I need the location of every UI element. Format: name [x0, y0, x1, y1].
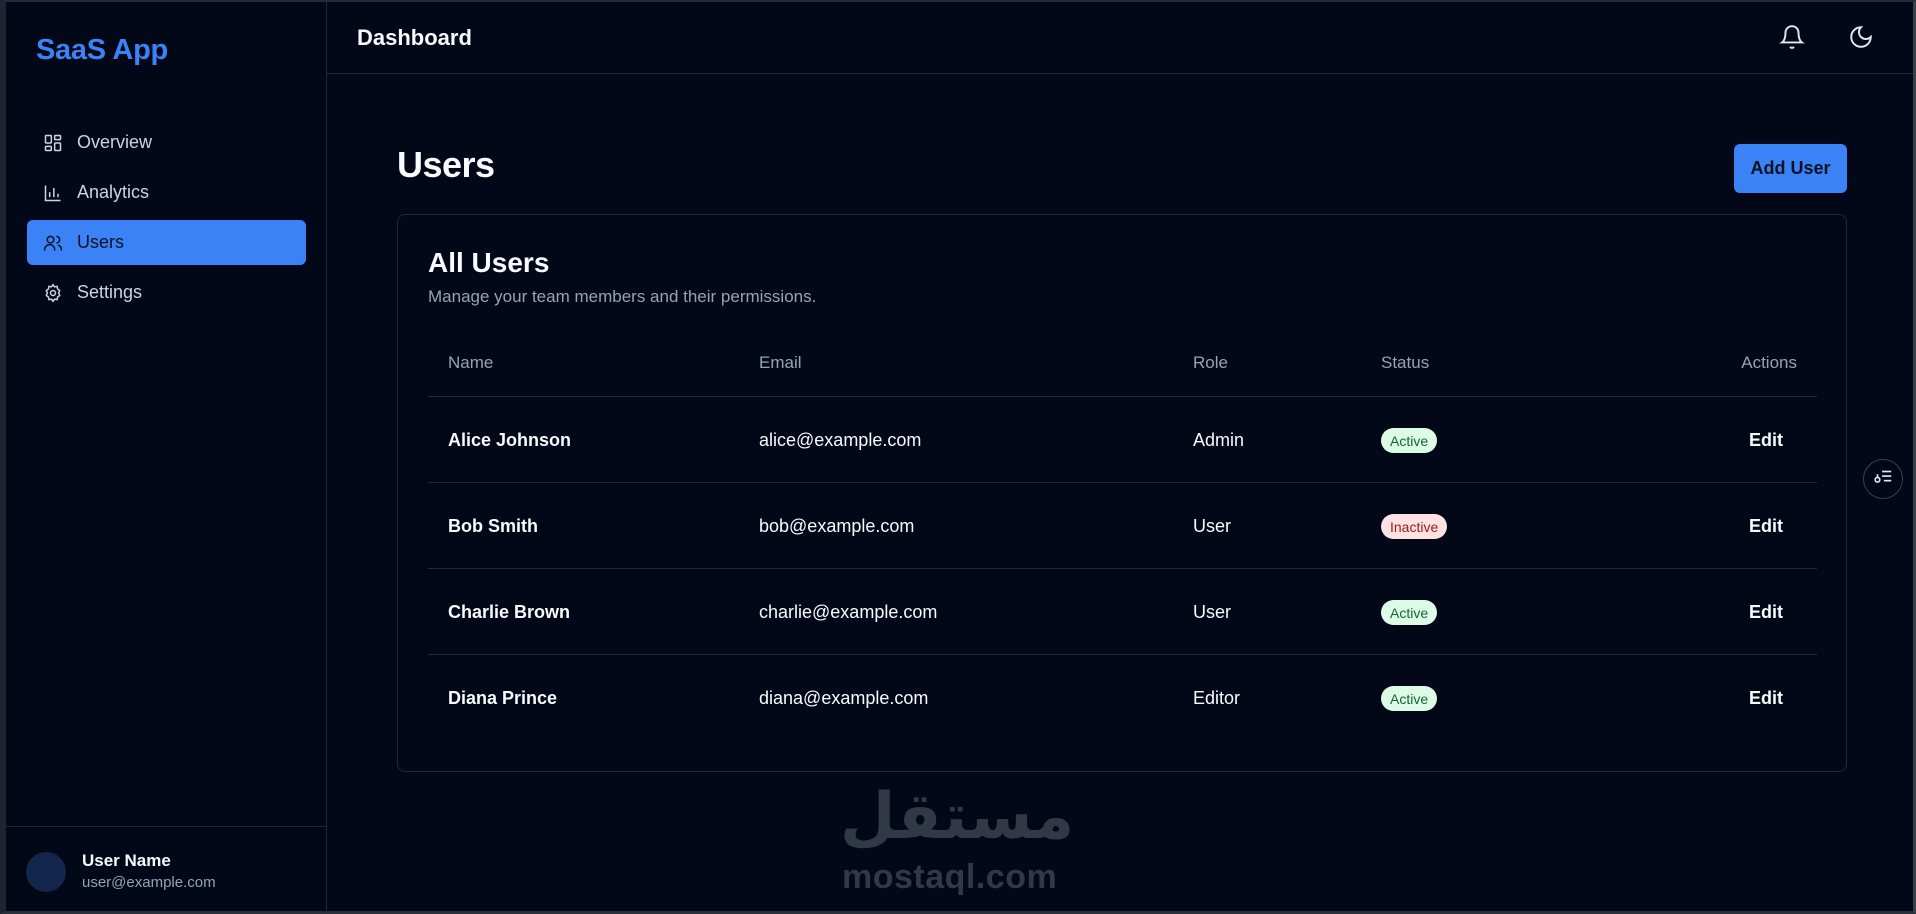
sidebar-item-label: Users [77, 232, 125, 252]
column-header-name[interactable]: Name [448, 353, 493, 373]
table-row[interactable]: Charlie Brown charlie@example.com User A… [428, 569, 1817, 655]
page-title: Users [397, 144, 495, 185]
user-name-cell: Charlie Brown [448, 602, 571, 622]
status-badge: Inactive [1381, 514, 1448, 539]
sidebar-nav: Overview Analytics Users Settings [27, 120, 306, 320]
sidebar-item-overview[interactable]: Overview [27, 120, 306, 165]
add-user-button[interactable]: Add User [1734, 144, 1847, 193]
watermark-arabic: مستقل [840, 780, 1075, 854]
gear-icon [43, 282, 63, 303]
user-email-cell: alice@example.com [759, 430, 922, 450]
column-header-status[interactable]: Status [1381, 353, 1429, 373]
table-header: Name Email Role Status Actions [428, 333, 1817, 397]
top-bar: Dashboard [327, 2, 1913, 74]
user-email-cell: diana@example.com [759, 688, 929, 708]
user-name: User Name [82, 851, 171, 870]
watermark-latin: mostaql.com [842, 858, 1058, 896]
dashboard-grid-icon [43, 133, 63, 153]
user-role-cell: User [1193, 602, 1232, 622]
floating-settings-button[interactable] [1863, 459, 1903, 499]
sidebar-item-label: Overview [77, 132, 153, 152]
user-role-cell: Editor [1193, 688, 1241, 708]
card-subtitle: Manage your team members and their permi… [428, 287, 817, 306]
status-badge: Active [1381, 600, 1438, 625]
moon-icon[interactable] [1848, 24, 1874, 50]
edit-button[interactable]: Edit [1749, 430, 1783, 451]
table-row[interactable]: Diana Prince diana@example.com Editor Ac… [428, 655, 1817, 741]
users-table: Name Email Role Status Actions Alice Joh… [428, 333, 1817, 741]
user-role-cell: User [1193, 516, 1232, 536]
user-name-cell: Alice Johnson [448, 430, 572, 450]
table-row[interactable]: Alice Johnson alice@example.com Admin Ac… [428, 397, 1817, 483]
sidebar-item-settings[interactable]: Settings [27, 270, 306, 315]
sidebar-item-label: Analytics [77, 182, 150, 202]
card-title: All Users [428, 247, 550, 278]
watermark-logo: مستقل mostaql.com [830, 780, 1080, 900]
users-icon [43, 233, 63, 253]
user-profile[interactable]: User Name user@example.com [6, 826, 326, 911]
filter-settings-icon [1872, 466, 1894, 493]
brand-logo[interactable]: SaaS App [36, 34, 168, 67]
users-card: All Users Manage your team members and t… [397, 214, 1847, 772]
bar-chart-icon [43, 183, 63, 203]
avatar [26, 852, 66, 892]
column-header-email[interactable]: Email [759, 353, 802, 373]
edit-button[interactable]: Edit [1749, 688, 1783, 709]
table-row[interactable]: Bob Smith bob@example.com User Inactive … [428, 483, 1817, 569]
user-name-cell: Bob Smith [448, 516, 538, 536]
sidebar: SaaS App Overview Analytics Users Settin… [6, 2, 327, 911]
user-email-cell: bob@example.com [759, 516, 915, 536]
bell-icon[interactable] [1779, 24, 1805, 50]
sidebar-item-users[interactable]: Users [27, 220, 306, 265]
column-header-actions: Actions [1741, 353, 1797, 372]
edit-button[interactable]: Edit [1749, 602, 1783, 623]
sidebar-item-analytics[interactable]: Analytics [27, 170, 306, 215]
user-email: user@example.com [82, 874, 216, 891]
header-title: Dashboard [357, 25, 472, 50]
sidebar-item-label: Settings [77, 282, 143, 302]
user-name-cell: Diana Prince [448, 688, 558, 708]
edit-button[interactable]: Edit [1749, 516, 1783, 537]
user-email-cell: charlie@example.com [759, 602, 938, 622]
status-badge: Active [1381, 686, 1438, 711]
status-badge: Active [1381, 428, 1438, 453]
column-header-role[interactable]: Role [1193, 353, 1228, 373]
user-role-cell: Admin [1193, 430, 1245, 450]
